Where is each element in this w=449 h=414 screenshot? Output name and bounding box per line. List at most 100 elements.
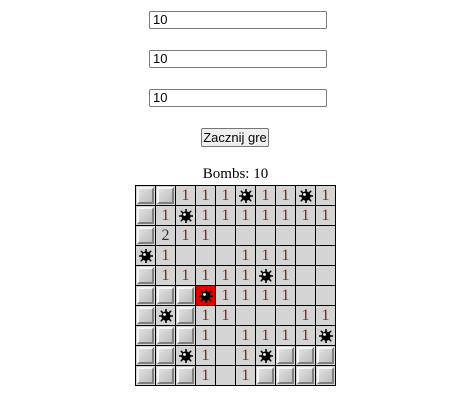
cell-empty[interactable] [296, 226, 316, 246]
cell-hidden[interactable] [156, 286, 176, 306]
cell-number[interactable]: 1 [216, 286, 236, 306]
start-game-button[interactable]: Zacznij gre [201, 128, 269, 147]
cell-number[interactable]: 1 [276, 326, 296, 346]
cell-number[interactable]: 1 [236, 286, 256, 306]
cell-number[interactable]: 1 [196, 186, 216, 206]
cell-empty[interactable] [216, 366, 236, 386]
rows-input[interactable] [149, 11, 327, 29]
cell-hidden[interactable] [176, 286, 196, 306]
cell-hidden[interactable] [316, 346, 336, 366]
cell-hidden[interactable] [136, 206, 156, 226]
cell-number[interactable]: 1 [276, 266, 296, 286]
cell-number[interactable]: 1 [256, 186, 276, 206]
cell-number[interactable]: 1 [276, 186, 296, 206]
cell-number[interactable]: 1 [196, 306, 216, 326]
cell-number[interactable]: 1 [216, 306, 236, 326]
cell-empty[interactable] [236, 226, 256, 246]
cell-number[interactable]: 1 [156, 266, 176, 286]
cell-hidden[interactable] [176, 306, 196, 326]
cell-hidden[interactable] [276, 346, 296, 366]
cell-hidden[interactable] [176, 326, 196, 346]
cell-hidden[interactable] [136, 266, 156, 286]
cell-number[interactable]: 1 [296, 206, 316, 226]
cell-mine[interactable] [236, 186, 256, 206]
cell-hidden[interactable] [296, 346, 316, 366]
cell-number[interactable]: 1 [216, 266, 236, 286]
cell-number[interactable]: 1 [316, 306, 336, 326]
cell-number[interactable]: 1 [296, 326, 316, 346]
bombs-input[interactable] [149, 89, 327, 107]
cell-number[interactable]: 1 [236, 326, 256, 346]
cell-empty[interactable] [316, 226, 336, 246]
cell-number[interactable]: 1 [256, 206, 276, 226]
cell-empty[interactable] [256, 226, 276, 246]
cell-empty[interactable] [216, 346, 236, 366]
cell-mine[interactable] [256, 266, 276, 286]
cell-number[interactable]: 1 [256, 326, 276, 346]
cell-empty[interactable] [296, 246, 316, 266]
cell-number[interactable]: 1 [256, 286, 276, 306]
cell-hidden[interactable] [156, 366, 176, 386]
cell-hidden[interactable] [156, 326, 176, 346]
cell-hidden[interactable] [156, 346, 176, 366]
cell-hidden[interactable] [136, 226, 156, 246]
cell-mine[interactable] [316, 326, 336, 346]
cell-mine[interactable] [256, 346, 276, 366]
cell-hidden[interactable] [176, 366, 196, 386]
cell-hidden[interactable] [136, 306, 156, 326]
cell-empty[interactable] [296, 286, 316, 306]
cell-mine[interactable] [156, 306, 176, 326]
cell-empty[interactable] [216, 326, 236, 346]
cell-mine[interactable] [176, 206, 196, 226]
cell-number[interactable]: 1 [316, 206, 336, 226]
cell-number[interactable]: 1 [276, 286, 296, 306]
cell-number[interactable]: 1 [236, 246, 256, 266]
cell-empty[interactable] [216, 226, 236, 246]
cell-number[interactable]: 1 [256, 246, 276, 266]
cell-number[interactable]: 1 [236, 206, 256, 226]
cell-number[interactable]: 1 [176, 186, 196, 206]
cell-empty[interactable] [316, 246, 336, 266]
cell-number[interactable]: 1 [196, 326, 216, 346]
cell-hidden[interactable] [156, 186, 176, 206]
cell-empty[interactable] [216, 246, 236, 266]
cell-number[interactable]: 1 [216, 206, 236, 226]
cell-number[interactable]: 1 [196, 346, 216, 366]
cell-empty[interactable] [296, 266, 316, 286]
cell-number[interactable]: 1 [276, 246, 296, 266]
cell-number[interactable]: 1 [156, 206, 176, 226]
cell-empty[interactable] [236, 306, 256, 326]
cell-empty[interactable] [276, 306, 296, 326]
cell-mine[interactable] [296, 186, 316, 206]
cell-hidden[interactable] [136, 366, 156, 386]
columns-input[interactable] [149, 50, 327, 68]
cell-empty[interactable] [256, 306, 276, 326]
cell-hidden[interactable] [316, 366, 336, 386]
cell-empty[interactable] [176, 246, 196, 266]
cell-hidden[interactable] [256, 366, 276, 386]
cell-hidden[interactable] [136, 346, 156, 366]
cell-mine[interactable] [136, 246, 156, 266]
cell-hidden[interactable] [136, 326, 156, 346]
cell-number[interactable]: 1 [296, 306, 316, 326]
cell-number[interactable]: 1 [216, 186, 236, 206]
cell-mine[interactable] [176, 346, 196, 366]
cell-empty[interactable] [316, 286, 336, 306]
cell-number[interactable]: 1 [196, 366, 216, 386]
cell-number[interactable]: 1 [196, 206, 216, 226]
cell-exploded-mine[interactable] [196, 286, 216, 306]
cell-hidden[interactable] [136, 186, 156, 206]
cell-number[interactable]: 1 [236, 346, 256, 366]
cell-number[interactable]: 1 [176, 266, 196, 286]
cell-number[interactable]: 2 [156, 226, 176, 246]
cell-number[interactable]: 1 [236, 366, 256, 386]
cell-hidden[interactable] [136, 286, 156, 306]
cell-number[interactable]: 1 [316, 186, 336, 206]
cell-number[interactable]: 1 [156, 246, 176, 266]
cell-hidden[interactable] [296, 366, 316, 386]
cell-number[interactable]: 1 [176, 226, 196, 246]
cell-empty[interactable] [316, 266, 336, 286]
cell-empty[interactable] [276, 226, 296, 246]
cell-number[interactable]: 1 [276, 206, 296, 226]
cell-hidden[interactable] [276, 366, 296, 386]
